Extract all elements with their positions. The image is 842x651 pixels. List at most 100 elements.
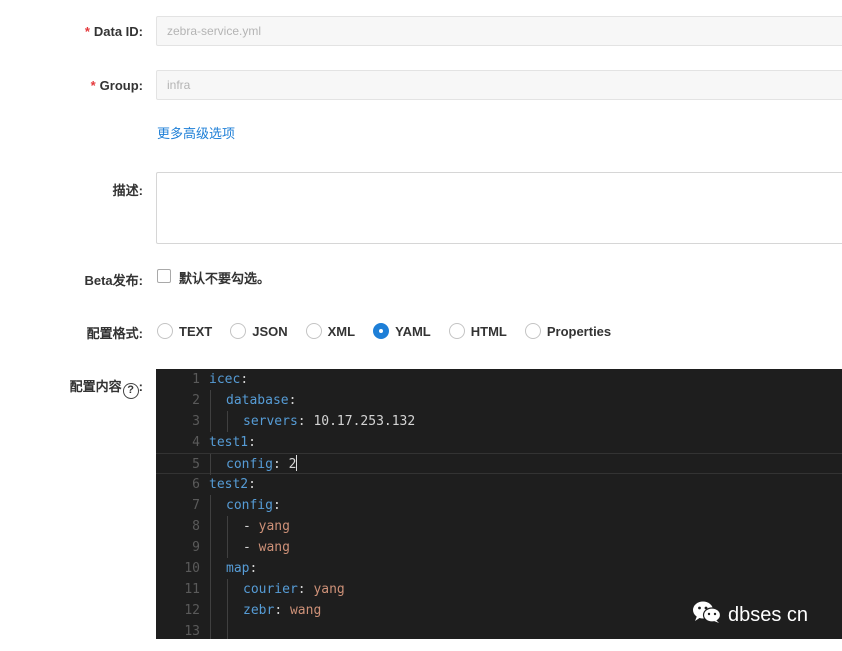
- radio-label[interactable]: JSON: [252, 324, 287, 339]
- yaml-separator: :: [297, 414, 314, 429]
- format-option-html[interactable]: HTML: [448, 323, 507, 339]
- config-edit-page: * Data ID: zebra-service.yml * Group: infr…: [0, 0, 842, 651]
- watermark-text: dbses cn: [728, 603, 809, 626]
- code-line[interactable]: 9 - wang: [156, 537, 842, 558]
- indent-guide: [210, 621, 211, 639]
- code-text: zebr: wang: [243, 600, 321, 621]
- radio-circle[interactable]: [524, 323, 541, 339]
- data-id-label-text: Data ID:: [93, 24, 143, 39]
- indent-guide: [227, 411, 228, 432]
- content-label-suffix: :: [138, 379, 143, 394]
- indent-guide: [210, 516, 211, 537]
- beta-checkbox-text[interactable]: 默认不要勾选。: [179, 268, 270, 287]
- code-text: - wang: [243, 537, 290, 558]
- indent-guide: [227, 516, 228, 537]
- group-input[interactable]: infra: [156, 70, 842, 100]
- indent-guide: [210, 411, 211, 432]
- help-icon[interactable]: ?: [122, 383, 139, 399]
- yaml-key: courier: [243, 582, 298, 597]
- line-number: 12: [184, 603, 200, 618]
- format-option-properties[interactable]: Properties: [524, 323, 611, 339]
- indent-guide: [227, 600, 228, 621]
- yaml-value: 2: [288, 457, 297, 472]
- data-id-input[interactable]: zebra-service.yml: [156, 16, 842, 46]
- yaml-key: zebr: [243, 603, 275, 618]
- indent-guide: [227, 537, 228, 558]
- yaml-key: map: [226, 561, 250, 576]
- yaml-key: test2: [209, 477, 249, 492]
- yaml-separator: :: [288, 393, 297, 408]
- line-number: 7: [192, 498, 200, 513]
- yaml-key: config: [226, 457, 273, 472]
- format-option-json[interactable]: JSON: [230, 323, 288, 339]
- yaml-separator: :: [274, 603, 290, 618]
- indent-guide: [210, 558, 211, 579]
- format-option-xml[interactable]: XML: [305, 323, 355, 339]
- radio-circle[interactable]: [157, 323, 173, 339]
- code-text: icec:: [209, 369, 248, 390]
- yaml-key: test1: [209, 435, 249, 450]
- description-textarea[interactable]: [156, 172, 842, 244]
- yaml-separator: :: [240, 372, 249, 387]
- code-line[interactable]: 11 courier: yang: [156, 579, 842, 600]
- yaml-separator: :: [272, 457, 289, 472]
- code-line[interactable]: 7 config:: [156, 495, 842, 516]
- beta-label: Beta发布:: [84, 273, 143, 288]
- line-number: 1: [192, 372, 200, 387]
- code-text: test1:: [209, 432, 256, 453]
- required-mark: *: [90, 78, 96, 93]
- line-number: 13: [184, 624, 200, 639]
- line-number: 5: [192, 457, 200, 472]
- code-line[interactable]: 4 test1:: [156, 432, 842, 453]
- code-text: config:: [226, 495, 281, 516]
- yaml-key: config: [226, 498, 273, 513]
- code-text: servers: 10.17.253.132: [243, 411, 415, 432]
- code-line[interactable]: 10 map:: [156, 558, 842, 579]
- yaml-separator: :: [297, 582, 314, 597]
- radio-circle-checked[interactable]: [373, 323, 390, 339]
- format-option-text[interactable]: TEXT: [157, 323, 212, 339]
- yaml-code-editor[interactable]: 1 icec: 2 database: 3 servers: 10.17.253.132 4…: [156, 369, 842, 639]
- yaml-key: servers: [243, 414, 298, 429]
- code-text: courier: yang: [243, 579, 345, 600]
- radio-label[interactable]: YAML: [395, 324, 431, 339]
- radio-label[interactable]: XML: [328, 324, 355, 339]
- code-line[interactable]: 1 icec:: [156, 369, 842, 390]
- code-line[interactable]: 5 config: 2: [156, 453, 842, 475]
- code-line[interactable]: 3 servers: 10.17.253.132: [156, 411, 842, 432]
- group-label-text: Group:: [99, 78, 143, 93]
- code-text: - yang: [243, 516, 290, 537]
- format-option-yaml[interactable]: YAML: [373, 323, 431, 339]
- yaml-list-dash: -: [243, 540, 259, 555]
- radio-label[interactable]: TEXT: [179, 324, 212, 339]
- data-id-label: * Data ID:: [0, 24, 143, 39]
- content-label-text: 配置内容: [69, 379, 122, 394]
- advanced-options-link[interactable]: 更多高级选项: [157, 123, 235, 142]
- line-number: 6: [192, 477, 200, 492]
- wechat-icon: [692, 600, 722, 630]
- radio-label[interactable]: HTML: [471, 324, 507, 339]
- indent-guide: [227, 621, 228, 639]
- indent-guide: [227, 579, 228, 600]
- yaml-value: yang: [313, 582, 345, 597]
- radio-label[interactable]: Properties: [547, 324, 611, 339]
- beta-checkbox[interactable]: [157, 269, 171, 283]
- yaml-value: wang: [258, 540, 290, 555]
- description-label: 描述:: [112, 183, 143, 198]
- yaml-value: 10.17.253.132: [313, 414, 416, 429]
- radio-circle[interactable]: [305, 323, 322, 339]
- text-cursor: [296, 455, 298, 471]
- code-line[interactable]: 2 database:: [156, 390, 842, 411]
- format-radio-group: TEXT JSON XML YAML HTML Properties: [157, 321, 629, 341]
- indent-guide: [210, 454, 211, 475]
- yaml-value: yang: [258, 519, 290, 534]
- required-mark: *: [84, 24, 90, 39]
- indent-guide: [210, 600, 211, 621]
- radio-circle[interactable]: [230, 323, 247, 339]
- content-label: 配置内容?:: [0, 376, 143, 399]
- radio-circle[interactable]: [448, 323, 465, 339]
- yaml-separator: :: [272, 498, 281, 513]
- code-line[interactable]: 6 test2:: [156, 474, 842, 495]
- line-number: 4: [192, 435, 200, 450]
- code-line[interactable]: 8 - yang: [156, 516, 842, 537]
